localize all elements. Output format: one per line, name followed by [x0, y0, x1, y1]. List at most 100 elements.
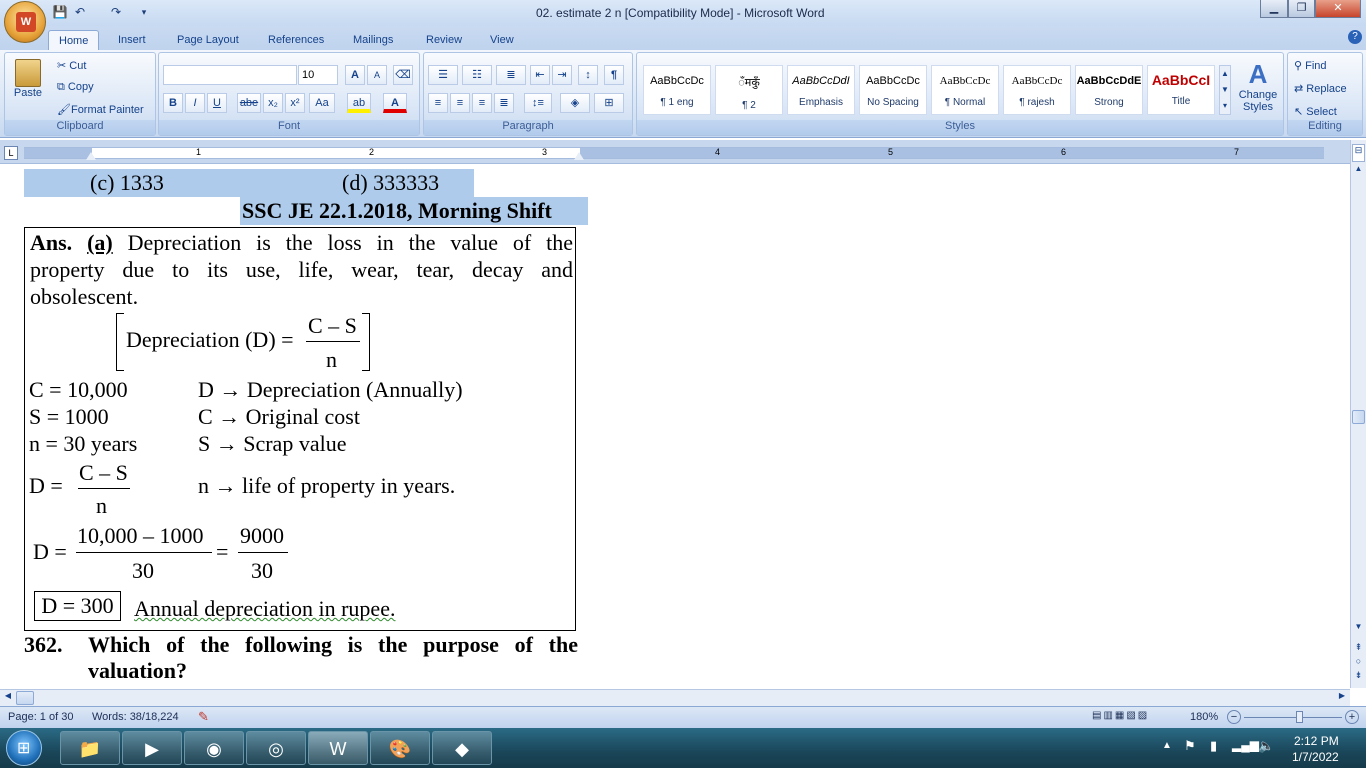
scroll-down-icon[interactable]: ▼ — [1352, 622, 1365, 636]
battery-icon[interactable]: ▮ — [1210, 738, 1217, 754]
page-count[interactable]: Page: 1 of 30 — [8, 711, 73, 723]
zoom-in-icon[interactable]: + — [1345, 710, 1359, 724]
select-button[interactable]: ↖ Select — [1294, 105, 1337, 118]
horizontal-scroll-thumb[interactable] — [16, 691, 34, 705]
horizontal-ruler[interactable]: L 1 2 3 4 5 6 7 — [0, 140, 1350, 164]
copy-button[interactable]: ⧉ Copy — [57, 81, 94, 94]
align-left-icon[interactable]: ≡ — [428, 93, 448, 113]
minimize-button[interactable]: ▁ — [1260, 0, 1288, 18]
vertical-scroll-thumb[interactable] — [1352, 410, 1365, 424]
underline-button[interactable]: U — [207, 93, 227, 113]
previous-page-icon[interactable]: ⇞ — [1352, 642, 1365, 656]
next-page-icon[interactable]: ⇟ — [1352, 670, 1365, 684]
proofing-icon[interactable]: ✎ — [198, 709, 209, 725]
tab-mailings[interactable]: Mailings — [343, 30, 403, 50]
justify-icon[interactable]: ≣ — [494, 93, 514, 113]
undo-icon[interactable]: ↶ — [72, 4, 88, 20]
borders-icon[interactable]: ⊞ — [594, 93, 624, 113]
help-icon[interactable]: ? — [1348, 30, 1362, 44]
find-button[interactable]: ⚲ Find — [1294, 59, 1327, 72]
start-button[interactable]: ⊞ — [6, 730, 42, 766]
style-1-eng[interactable]: AaBbCcDc ¶ 1 eng — [643, 65, 711, 115]
view-buttons[interactable]: ▤▥▦▧▨ — [1092, 710, 1182, 725]
bold-button[interactable]: B — [163, 93, 183, 113]
change-case-button[interactable]: Aa — [309, 93, 335, 113]
sort-icon[interactable]: ↕ — [578, 65, 598, 85]
volume-icon[interactable]: 🔈 — [1258, 738, 1274, 754]
subscript-button[interactable]: x₂ — [263, 93, 283, 113]
tab-review[interactable]: Review — [416, 30, 472, 50]
style-no-spacing[interactable]: AaBbCcDc No Spacing — [859, 65, 927, 115]
change-styles-button[interactable]: A Change Styles — [1235, 59, 1281, 113]
taskbar-word-icon[interactable]: W — [308, 731, 368, 765]
word-count[interactable]: Words: 38/18,224 — [92, 711, 179, 723]
tab-insert[interactable]: Insert — [108, 30, 156, 50]
style-normal[interactable]: AaBbCcDc ¶ Normal — [931, 65, 999, 115]
scroll-left-icon[interactable]: ◀ — [2, 691, 14, 705]
taskbar-app-icon[interactable]: ◆ — [432, 731, 492, 765]
line-spacing-icon[interactable]: ↕≡ — [524, 93, 552, 113]
bullets-icon[interactable]: ☰ — [428, 65, 458, 85]
clock-time[interactable]: 2:12 PM — [1294, 734, 1339, 748]
action-center-icon[interactable]: ⚑ — [1184, 738, 1196, 754]
ruler-toggle-icon[interactable]: ⊟ — [1352, 144, 1365, 162]
tab-page-layout[interactable]: Page Layout — [167, 30, 249, 50]
office-button[interactable]: W — [4, 1, 46, 43]
clear-format-icon[interactable]: ⌫ — [393, 65, 413, 85]
taskbar-paint-icon[interactable]: 🎨 — [370, 731, 430, 765]
customize-qat-icon[interactable]: ▾ — [136, 4, 152, 20]
format-painter-button[interactable]: 🖌Format Painter — [57, 103, 144, 116]
select-browse-object-icon[interactable]: ○ — [1352, 656, 1365, 670]
style-title[interactable]: AaBbCcI Title — [1147, 65, 1215, 115]
vertical-scrollbar[interactable]: ⊟ ▲ ▼ ⇞ ○ ⇟ — [1350, 140, 1366, 688]
style-rajesh[interactable]: AaBbCcDc ¶ rajesh — [1003, 65, 1071, 115]
left-indent-marker[interactable] — [86, 152, 96, 160]
increase-indent-icon[interactable]: ⇥ — [552, 65, 572, 85]
font-size-combo[interactable]: 10 — [298, 65, 338, 85]
tab-selector-icon[interactable]: L — [4, 146, 18, 160]
clock-date[interactable]: 1/7/2022 — [1292, 750, 1339, 764]
zoom-slider-track[interactable] — [1244, 717, 1342, 718]
style-emphasis[interactable]: AaBbCcDdI Emphasis — [787, 65, 855, 115]
taskbar-chrome-icon[interactable]: ◉ — [184, 731, 244, 765]
tab-references[interactable]: References — [258, 30, 334, 50]
maximize-button[interactable]: ❐ — [1288, 0, 1315, 18]
highlight-button[interactable]: ab — [347, 93, 371, 113]
taskbar-media-player-icon[interactable]: ▶ — [122, 731, 182, 765]
save-icon[interactable]: 💾 — [52, 4, 68, 20]
show-marks-button[interactable]: ¶ — [604, 65, 624, 85]
redo-icon[interactable]: ↷ — [108, 4, 124, 20]
strikethrough-button[interactable]: abe — [237, 93, 261, 113]
network-icon[interactable]: ▂▄▆ — [1232, 738, 1259, 752]
scroll-up-icon[interactable]: ▲ — [1352, 164, 1365, 178]
zoom-level[interactable]: 180% — [1190, 711, 1218, 723]
tab-home[interactable]: Home — [48, 30, 100, 50]
decrease-indent-icon[interactable]: ⇤ — [530, 65, 550, 85]
right-indent-marker[interactable] — [574, 152, 584, 160]
align-right-icon[interactable]: ≡ — [472, 93, 492, 113]
grow-font-button[interactable]: A — [345, 65, 365, 85]
horizontal-scrollbar[interactable]: ◀ ▶ — [0, 689, 1350, 706]
taskbar-explorer-icon[interactable]: 📁 — [60, 731, 120, 765]
numbering-icon[interactable]: ☷ — [462, 65, 492, 85]
replace-button[interactable]: ⇄ Replace — [1294, 82, 1347, 95]
font-color-button[interactable]: A — [383, 93, 407, 113]
font-name-combo[interactable] — [163, 65, 297, 85]
paste-button[interactable]: Paste — [11, 59, 45, 109]
zoom-out-icon[interactable]: − — [1227, 710, 1241, 724]
tab-view[interactable]: View — [480, 30, 524, 50]
superscript-button[interactable]: x² — [285, 93, 305, 113]
shrink-font-button[interactable]: A — [367, 65, 387, 85]
multilevel-list-icon[interactable]: ≣ — [496, 65, 526, 85]
document-area[interactable]: (c) 1333 (d) 333333 SSC JE 22.1.2018, Mo… — [0, 165, 1350, 689]
scroll-right-icon[interactable]: ▶ — [1336, 691, 1348, 705]
styles-scroll[interactable]: ▲ ▼ ▾ — [1219, 65, 1231, 115]
shading-icon[interactable]: ◈ — [560, 93, 590, 113]
show-hidden-icons[interactable]: ▲ — [1162, 740, 1172, 751]
close-button[interactable]: ✕ — [1315, 0, 1361, 18]
style-2[interactable]: ँमकुँ ¶ 2 — [715, 65, 783, 115]
zoom-slider-thumb[interactable] — [1296, 711, 1303, 723]
align-center-icon[interactable]: ≡ — [450, 93, 470, 113]
taskbar-chrome-beta-icon[interactable]: ◎ — [246, 731, 306, 765]
style-strong[interactable]: AaBbCcDdE Strong — [1075, 65, 1143, 115]
